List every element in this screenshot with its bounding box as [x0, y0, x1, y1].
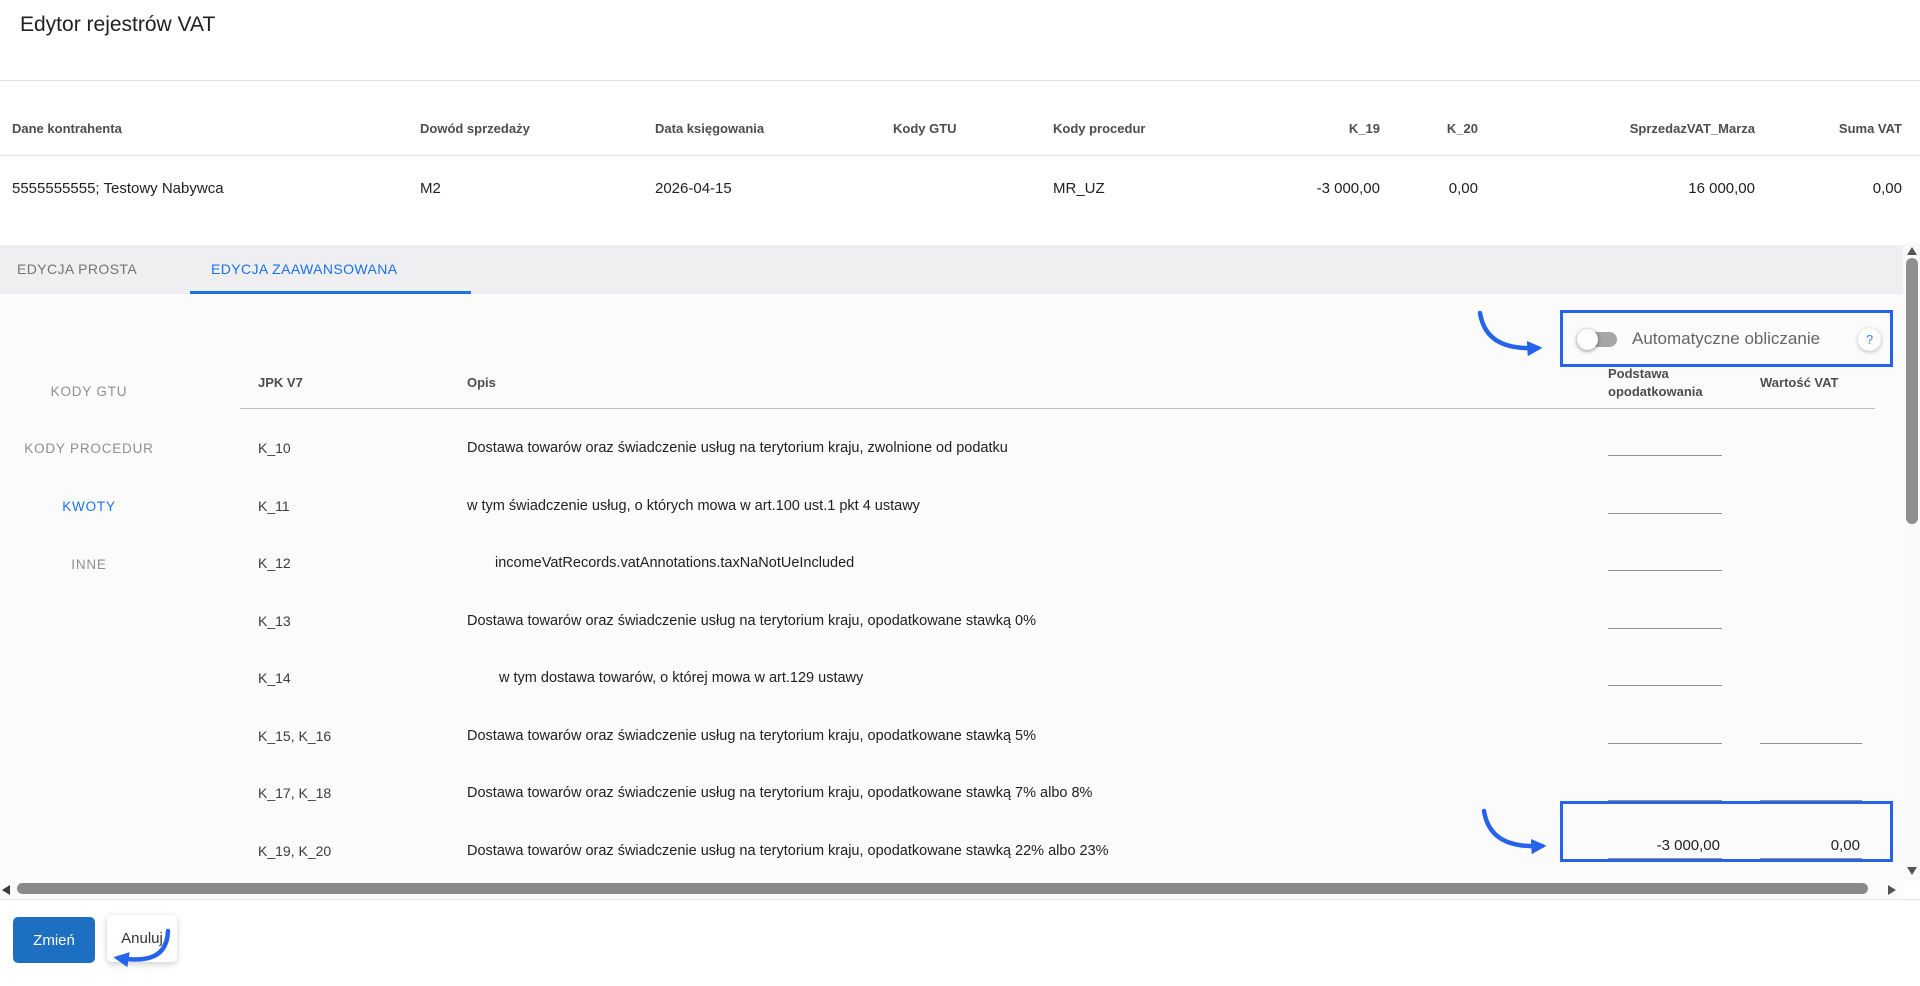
col-header-dowod-sprzedazy: Dowód sprzedaży: [420, 121, 530, 136]
base-amount-input[interactable]: [1608, 488, 1722, 514]
col-header-dane-kontrahenta: Dane kontrahenta: [12, 121, 122, 136]
cell-sprzedazvat-marza: 16 000,00: [1688, 180, 1755, 197]
vertical-scrollbar: [1903, 243, 1920, 881]
cell-suma-vat: 0,00: [1872, 180, 1902, 197]
table-row-k12: K_12 incomeVatRecords.vatAnnotations.tax…: [0, 539, 1903, 587]
cell-dane-kontrahenta: 5555555555; Testowy Nabywca: [12, 180, 224, 197]
row-code: K_15, K_16: [258, 728, 332, 744]
row-desc: incomeVatRecords.vatAnnotations.taxNaNot…: [495, 555, 855, 571]
table-row-k14: K_14 w tym dostawa towarów, o której mow…: [0, 654, 1903, 702]
divider: [0, 155, 1920, 156]
horizontal-scrollbar: [0, 881, 1903, 899]
row-code: K_12: [258, 555, 291, 571]
row-desc: w tym świadczenie usług, o których mowa …: [467, 498, 920, 514]
table-row-k13: K_13 Dostawa towarów oraz świadczenie us…: [0, 597, 1903, 645]
cell-dowod-sprzedazy: M2: [420, 180, 441, 197]
amt-header-jpk: JPK V7: [258, 375, 303, 390]
zmien-button[interactable]: Zmień: [13, 917, 95, 963]
base-amount-input[interactable]: [1608, 660, 1722, 686]
row-desc: Dostawa towarów oraz świadczenie usług n…: [467, 613, 1037, 629]
base-amount-input[interactable]: [1608, 775, 1722, 801]
base-amount-input[interactable]: [1608, 833, 1722, 859]
row-desc: Dostawa towarów oraz świadczenie usług n…: [467, 785, 1093, 801]
scroll-right-icon[interactable]: [1888, 885, 1896, 895]
row-code: K_19, K_20: [258, 843, 332, 859]
row-desc: Dostawa towarów oraz świadczenie usług n…: [467, 728, 1037, 744]
base-amount-input[interactable]: [1608, 718, 1722, 744]
row-desc: w tym dostawa towarów, o której mowa w a…: [499, 670, 864, 686]
base-amount-input[interactable]: [1608, 545, 1722, 571]
row-code: K_17, K_18: [258, 785, 332, 801]
base-amount-input[interactable]: [1608, 430, 1722, 456]
row-code: K_10: [258, 440, 291, 456]
vertical-scrollbar-thumb[interactable]: [1906, 258, 1918, 524]
vat-register-editor: Edytor rejestrów VAT Dane kontrahenta Do…: [0, 0, 1920, 986]
cell-k20: 0,00: [1448, 180, 1478, 197]
tab-bar: EDYCJA PROSTA EDYCJA ZAAWANSOWANA: [0, 245, 1903, 294]
horizontal-scrollbar-thumb[interactable]: [17, 883, 1868, 894]
amt-header-wartosc-vat: Wartość VAT: [1760, 375, 1839, 390]
divider: [240, 408, 1875, 409]
auto-calc-label: Automatyczne obliczanie: [1632, 329, 1821, 348]
page-title: Edytor rejestrów VAT: [20, 13, 216, 36]
cell-kody-procedur: MR_UZ: [1053, 180, 1105, 197]
divider: [0, 80, 1920, 81]
col-header-suma-vat: Suma VAT: [1838, 121, 1902, 136]
scroll-down-icon[interactable]: [1907, 867, 1917, 875]
auto-calc-toggle[interactable]: [1577, 318, 1624, 360]
table-row-k15-k16: K_15, K_16 Dostawa towarów oraz świadcze…: [0, 712, 1903, 760]
row-code: K_14: [258, 670, 291, 686]
toggle-knob-icon: [1577, 329, 1598, 350]
anuluj-button[interactable]: Anuluj: [107, 915, 177, 962]
divider: [0, 899, 1920, 900]
cell-data-ksiegowania: 2026-04-15: [655, 180, 732, 197]
col-header-k20: K_20: [1446, 121, 1478, 136]
table-row-k19-k20: K_19, K_20 Dostawa towarów oraz świadcze…: [0, 827, 1903, 875]
vat-amount-input[interactable]: [1760, 775, 1862, 801]
col-header-data-ksiegowania: Data księgowania: [655, 121, 765, 136]
row-desc: Dostawa towarów oraz świadczenie usług n…: [467, 440, 1008, 456]
row-desc: Dostawa towarów oraz świadczenie usług n…: [467, 843, 1109, 859]
col-header-sprzedazvat-marza: SprzedazVAT_Marza: [1629, 121, 1755, 136]
sidebar-item-kody-gtu[interactable]: KODY GTU: [0, 368, 178, 416]
row-code: K_11: [258, 498, 290, 514]
col-header-kody-gtu: Kody GTU: [893, 121, 957, 136]
table-row-k11: K_11 w tym świadczenie usług, o których …: [0, 482, 1903, 530]
table-row-k17-k18: K_17, K_18 Dostawa towarów oraz świadcze…: [0, 769, 1903, 817]
help-icon[interactable]: ?: [1858, 328, 1881, 351]
amt-header-opis: Opis: [467, 375, 496, 390]
amt-header-podstawa-2: opodatkowania: [1608, 384, 1703, 399]
vat-amount-input[interactable]: [1760, 718, 1862, 744]
col-header-k19: K_19: [1348, 121, 1380, 136]
tab-edycja-prosta[interactable]: EDYCJA PROSTA: [17, 245, 137, 294]
table-row-k10: K_10 Dostawa towarów oraz świadczenie us…: [0, 424, 1903, 472]
vat-amount-input[interactable]: [1760, 833, 1862, 859]
amt-header-podstawa-1: Podstawa: [1608, 366, 1669, 381]
col-header-kody-procedur: Kody procedur: [1053, 121, 1146, 136]
scroll-left-icon[interactable]: [2, 885, 10, 895]
cell-k19: -3 000,00: [1316, 180, 1380, 197]
scroll-up-icon[interactable]: [1907, 247, 1917, 255]
base-amount-input[interactable]: [1608, 603, 1722, 629]
row-code: K_13: [258, 613, 291, 629]
tab-edycja-zaawansowana[interactable]: EDYCJA ZAAWANSOWANA: [211, 245, 398, 294]
